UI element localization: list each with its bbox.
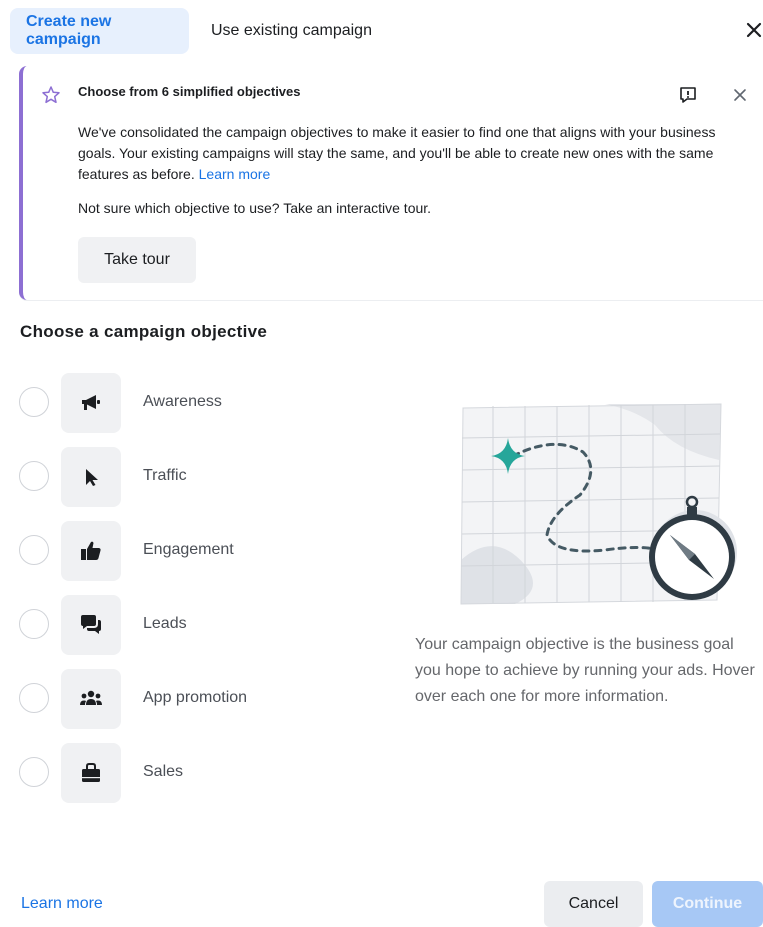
objective-label: Engagement <box>143 541 234 558</box>
objective-leads[interactable]: Leads <box>19 595 339 655</box>
objective-awareness[interactable]: Awareness <box>19 373 339 433</box>
cursor-icon <box>61 447 121 507</box>
map-compass-illustration <box>455 400 745 610</box>
close-dialog-icon[interactable] <box>740 16 763 44</box>
feedback-icon[interactable] <box>677 84 699 106</box>
thumbs-up-icon <box>61 521 121 581</box>
objective-label: Sales <box>143 763 184 780</box>
objective-radio[interactable] <box>19 757 49 787</box>
continue-button[interactable]: Continue <box>652 881 763 927</box>
banner-tour-prompt: Not sure which objective to use? Take an… <box>78 200 432 216</box>
people-icon <box>61 669 121 729</box>
objective-engagement[interactable]: Engagement <box>19 521 339 581</box>
objective-app-promotion[interactable]: App promotion <box>19 669 339 729</box>
objective-radio[interactable] <box>19 535 49 565</box>
tab-use-existing-campaign[interactable]: Use existing campaign <box>211 8 388 54</box>
objective-label: App promotion <box>143 689 248 706</box>
objective-label: Leads <box>143 615 187 632</box>
objective-radio[interactable] <box>19 387 49 417</box>
banner-title: Choose from 6 simplified objectives <box>78 84 301 99</box>
tab-bar: Create new campaign Use existing campaig… <box>10 8 388 54</box>
shopping-bag-icon <box>61 743 121 803</box>
objective-label: Traffic <box>143 467 187 484</box>
chat-bubbles-icon <box>61 595 121 655</box>
star-icon <box>41 85 61 105</box>
learn-more-link[interactable]: Learn more <box>21 895 103 913</box>
objective-radio[interactable] <box>19 461 49 491</box>
objective-radio[interactable] <box>19 683 49 713</box>
objective-radio[interactable] <box>19 609 49 639</box>
banner-close-icon[interactable] <box>729 84 751 106</box>
objective-sales[interactable]: Sales <box>19 743 339 803</box>
section-title: Choose a campaign objective <box>20 322 268 341</box>
banner-description: We've consolidated the campaign objectiv… <box>78 122 743 185</box>
objective-info-text: Your campaign objective is the business … <box>415 636 755 705</box>
cancel-button[interactable]: Cancel <box>544 881 643 927</box>
objectives-banner: Choose from 6 simplified objectives We'v… <box>19 66 763 300</box>
megaphone-icon <box>61 373 121 433</box>
tab-create-new-campaign[interactable]: Create new campaign <box>10 8 189 54</box>
banner-learn-more-link[interactable]: Learn more <box>199 166 271 182</box>
objective-traffic[interactable]: Traffic <box>19 447 339 507</box>
objective-label: Awareness <box>143 393 222 410</box>
take-tour-button[interactable]: Take tour <box>78 237 196 283</box>
banner-body-text: We've consolidated the campaign objectiv… <box>78 124 716 182</box>
